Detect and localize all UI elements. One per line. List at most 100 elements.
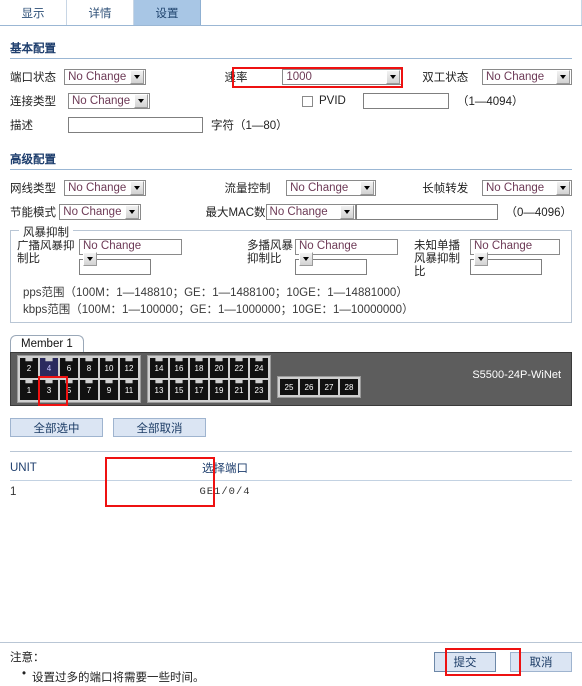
port-26[interactable]: 26	[300, 379, 318, 395]
pvid-range-hint: （1—4094）	[457, 96, 524, 108]
port-bank-left: 2 1 4 3 6 5 8 7 10 9 12 11	[17, 355, 141, 403]
max-mac-label: 最大MAC数	[205, 207, 266, 219]
port-27[interactable]: 27	[320, 379, 338, 395]
port-bank-right: 14 13 16 15 18 17 20 19 22 21 24 23	[147, 355, 271, 403]
unknown-unicast-storm-select[interactable]: No Change	[470, 239, 560, 266]
link-type-label: 连接类型	[10, 96, 56, 108]
chevron-down-icon	[134, 94, 148, 108]
port-20[interactable]: 20	[210, 358, 228, 378]
tab-settings[interactable]: 设置	[134, 0, 201, 25]
port-14[interactable]: 14	[150, 358, 168, 378]
port-18[interactable]: 18	[190, 358, 208, 378]
speed-select-value: 1000	[286, 71, 312, 83]
port-16[interactable]: 16	[170, 358, 188, 378]
port-25[interactable]: 25	[280, 379, 298, 395]
cell-filler	[345, 481, 572, 502]
flow-control-field: No Change	[286, 180, 422, 196]
port-21[interactable]: 21	[230, 380, 248, 400]
port-5[interactable]: 5	[60, 380, 78, 400]
jumbo-frame-select-value: No Change	[486, 182, 545, 194]
cancel-button[interactable]: 取消	[510, 652, 572, 672]
port-selection-buttons: 全部选中 全部取消	[10, 418, 582, 437]
chevron-down-icon	[125, 205, 140, 219]
member-tab-1[interactable]: Member 1	[10, 335, 84, 352]
duplex-label: 双工状态	[422, 72, 469, 84]
link-type-select[interactable]: No Change	[68, 93, 150, 109]
table-head: UNIT 选择端口	[10, 460, 572, 481]
port-pair-group: 10 9	[100, 358, 118, 400]
chevron-down-icon	[360, 181, 375, 195]
description-range-hint: 字符（1—80）	[211, 120, 288, 132]
multicast-storm-select-value: No Change	[299, 240, 358, 252]
port-19[interactable]: 19	[210, 380, 228, 400]
port-pair-group: 2 1	[20, 358, 38, 400]
tab-details[interactable]: 详情	[67, 0, 134, 25]
max-mac-select[interactable]: No Change	[265, 204, 356, 220]
storm-suppression-grid: 广播风暴抑制比 No Change 多播风暴抑制比 No Change 未知单播…	[17, 239, 565, 279]
table-header-filler	[345, 460, 572, 481]
tab-display[interactable]: 显示	[0, 0, 67, 25]
duplex-select[interactable]: No Change	[482, 69, 572, 85]
pvid-input[interactable]	[363, 93, 449, 109]
energy-mode-select[interactable]: No Change	[59, 204, 142, 220]
port-12[interactable]: 12	[120, 358, 138, 378]
port-9[interactable]: 9	[100, 380, 118, 400]
cable-type-select[interactable]: No Change	[64, 180, 147, 196]
link-type-field: No Change	[68, 93, 240, 109]
port-11[interactable]: 11	[120, 380, 138, 400]
max-mac-input[interactable]	[355, 204, 498, 220]
tab-bar: 显示 详情 设置	[0, 0, 582, 26]
port-6[interactable]: 6	[60, 358, 78, 378]
footer-buttons: 提交 取消	[434, 652, 572, 672]
jumbo-frame-select[interactable]: No Change	[482, 180, 572, 196]
port-1[interactable]: 1	[20, 380, 38, 400]
port-state-field: No Change	[64, 69, 224, 85]
flow-control-select[interactable]: No Change	[286, 180, 377, 196]
multicast-storm-label: 多播风暴抑制比	[247, 240, 293, 265]
port-28[interactable]: 28	[340, 379, 358, 395]
energy-mode-select-value: No Change	[63, 206, 122, 218]
description-input[interactable]	[68, 117, 203, 133]
advanced-config-section: 高级配置 网线类型 No Change 流量控制 No Change 长帧转发 …	[10, 151, 572, 224]
port-7[interactable]: 7	[80, 380, 98, 400]
pvid-checkbox[interactable]	[302, 95, 313, 107]
port-4[interactable]: 4	[40, 358, 58, 378]
speed-select[interactable]: 1000	[282, 69, 403, 85]
chevron-down-icon	[130, 181, 145, 195]
port-pair-group: 18 17	[190, 358, 208, 400]
duplex-field: No Change	[482, 69, 572, 85]
port-15[interactable]: 15	[170, 380, 188, 400]
multicast-storm-select[interactable]: No Change	[295, 239, 398, 266]
broadcast-storm-select[interactable]: No Change	[79, 239, 182, 266]
unknown-unicast-storm-select-value: No Change	[474, 240, 533, 252]
max-mac-range-hint: （0—4096）	[505, 207, 572, 219]
port-13[interactable]: 13	[150, 380, 168, 400]
deselect-all-button[interactable]: 全部取消	[113, 418, 206, 437]
table-top-divider	[10, 451, 572, 452]
unknown-unicast-storm-inputs: No Change	[470, 239, 560, 275]
broadcast-storm-group: 广播风暴抑制比 No Change	[17, 239, 247, 279]
port-2[interactable]: 2	[20, 358, 38, 378]
port-3[interactable]: 3	[40, 380, 58, 400]
port-10[interactable]: 10	[100, 358, 118, 378]
broadcast-storm-inputs: No Change	[79, 239, 182, 275]
multicast-storm-inputs: No Change	[295, 239, 398, 275]
port-22[interactable]: 22	[230, 358, 248, 378]
max-mac-field: No Change	[265, 204, 356, 220]
chevron-down-icon	[130, 70, 145, 84]
table-header-row: UNIT 选择端口	[10, 460, 572, 481]
port-8[interactable]: 8	[80, 358, 98, 378]
chevron-down-icon	[556, 181, 570, 195]
advanced-config-title: 高级配置	[10, 154, 56, 166]
submit-button[interactable]: 提交	[434, 652, 496, 672]
row-cable-type: 网线类型 No Change 流量控制 No Change 长帧转发 No Ch…	[10, 176, 572, 200]
select-all-button[interactable]: 全部选中	[10, 418, 103, 437]
port-17[interactable]: 17	[190, 380, 208, 400]
port-state-select[interactable]: No Change	[64, 69, 147, 85]
port-pair-group: 16 15	[170, 358, 188, 400]
table-body: 1 GE1/0/4	[10, 481, 572, 502]
port-state-label: 端口状态	[10, 72, 56, 84]
row-energy-mode: 节能模式 No Change 最大MAC数 No Change （0—4096）	[10, 200, 572, 224]
port-24[interactable]: 24	[250, 358, 268, 378]
port-23[interactable]: 23	[250, 380, 268, 400]
